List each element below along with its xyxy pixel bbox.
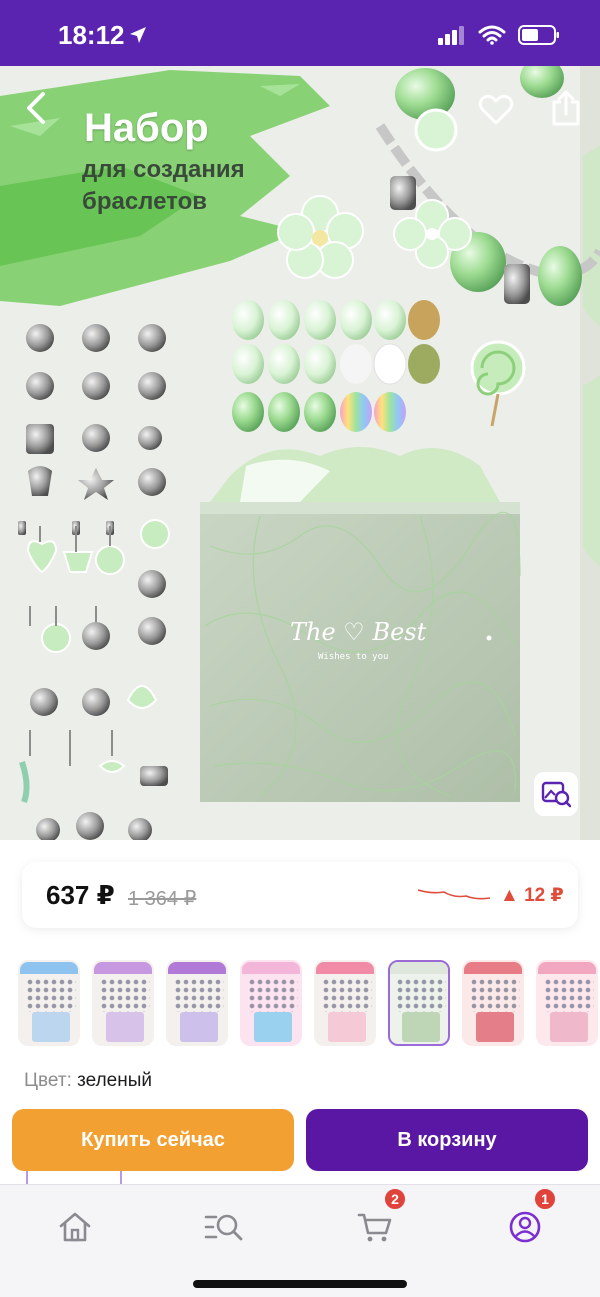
image-search-button[interactable] — [534, 772, 578, 816]
thumbnail-variant[interactable] — [536, 960, 598, 1046]
favorite-button[interactable] — [474, 88, 518, 132]
tab-cart[interactable]: 2 — [345, 1187, 407, 1253]
wifi-icon — [478, 25, 506, 45]
variant-thumbnails — [18, 960, 600, 1048]
thumbnail-box — [106, 1012, 144, 1042]
thumbnail-box — [476, 1012, 514, 1042]
cart-icon — [357, 1213, 392, 1242]
home-icon — [59, 1212, 91, 1242]
tab-home[interactable] — [45, 1201, 105, 1253]
price-history-sparkline — [418, 889, 491, 900]
catalog-search-icon — [204, 1214, 243, 1241]
thumbnail-charms — [26, 978, 76, 1012]
thumbnail-banner — [390, 962, 448, 974]
thumbnail-banner — [316, 962, 374, 974]
status-bar: 18:12 — [0, 0, 600, 66]
status-icons — [438, 24, 560, 46]
thumbnail-banner — [20, 962, 78, 974]
thumbnail-box — [402, 1012, 440, 1042]
thumbnail-variant[interactable] — [18, 960, 80, 1046]
thumbnail-charms — [174, 978, 224, 1012]
heart-icon — [478, 94, 514, 125]
status-time: 18:12 — [58, 20, 125, 50]
price-card[interactable]: 637 ₽ 1 364 ₽ ▲ 12 ₽ — [22, 862, 578, 928]
thumbnail-variant[interactable] — [462, 960, 524, 1046]
box-brand-logo: The ♡ Best — [290, 618, 427, 646]
hero-title: Набор — [84, 106, 209, 150]
thumbnail-charms — [322, 978, 372, 1012]
signal-icon — [438, 26, 464, 45]
thumbnail-box — [32, 1012, 70, 1042]
product-image-gallery[interactable]: Набор для создания браслетов The ♡ Best … — [0, 66, 600, 840]
cart-badge: 2 — [383, 1187, 407, 1211]
thumbnail-charms — [248, 978, 298, 1012]
color-label: Цвет: — [24, 1070, 72, 1091]
thumbnail-box — [550, 1012, 588, 1042]
profile-icon — [509, 1211, 541, 1243]
thumbnail-banner — [242, 962, 300, 974]
thumbnail-banner — [168, 962, 226, 974]
share-icon — [552, 90, 580, 126]
color-value: зеленый — [77, 1070, 152, 1091]
home-indicator — [193, 1280, 407, 1288]
back-button[interactable] — [18, 86, 54, 130]
thumbnail-box — [328, 1012, 366, 1042]
action-bar: Купить сейчас В корзину — [0, 1104, 600, 1176]
old-price: 1 364 ₽ — [128, 888, 197, 910]
thumbnail-box — [254, 1012, 292, 1042]
location-arrow-icon — [130, 27, 146, 43]
box-tagline: Wishes to you — [318, 652, 389, 662]
image-search-icon — [541, 781, 571, 808]
thumbnail-banner — [464, 962, 522, 974]
tab-profile[interactable]: 1 — [495, 1187, 557, 1253]
thumbnail-banner — [538, 962, 596, 974]
price-change: ▲ 12 ₽ — [500, 885, 564, 906]
thumbnail-variant[interactable] — [240, 960, 302, 1046]
thumbnail-charms — [396, 978, 446, 1012]
add-to-cart-button[interactable]: В корзину — [306, 1109, 588, 1171]
current-price: 637 ₽ — [46, 880, 115, 910]
hero-subtitle: для создания — [82, 156, 245, 183]
hero-subtitle-2: браслетов — [82, 188, 207, 215]
color-selector: Цвет: зеленый — [24, 1070, 152, 1092]
thumbnail-box — [180, 1012, 218, 1042]
thumbnail-charms — [544, 978, 594, 1012]
thumbnail-charms — [100, 978, 150, 1012]
profile-badge: 1 — [533, 1187, 557, 1211]
share-button[interactable] — [544, 86, 588, 130]
chevron-left-icon — [27, 92, 45, 124]
tab-catalog[interactable] — [194, 1201, 254, 1253]
buy-now-button[interactable]: Купить сейчас — [12, 1109, 294, 1171]
thumbnail-variant[interactable] — [314, 960, 376, 1046]
thumbnail-variant[interactable] — [166, 960, 228, 1046]
thumbnail-variant-selected[interactable] — [388, 960, 450, 1046]
thumbnail-charms — [470, 978, 520, 1012]
thumbnail-banner — [94, 962, 152, 974]
battery-icon — [518, 25, 559, 45]
thumbnail-variant[interactable] — [92, 960, 154, 1046]
